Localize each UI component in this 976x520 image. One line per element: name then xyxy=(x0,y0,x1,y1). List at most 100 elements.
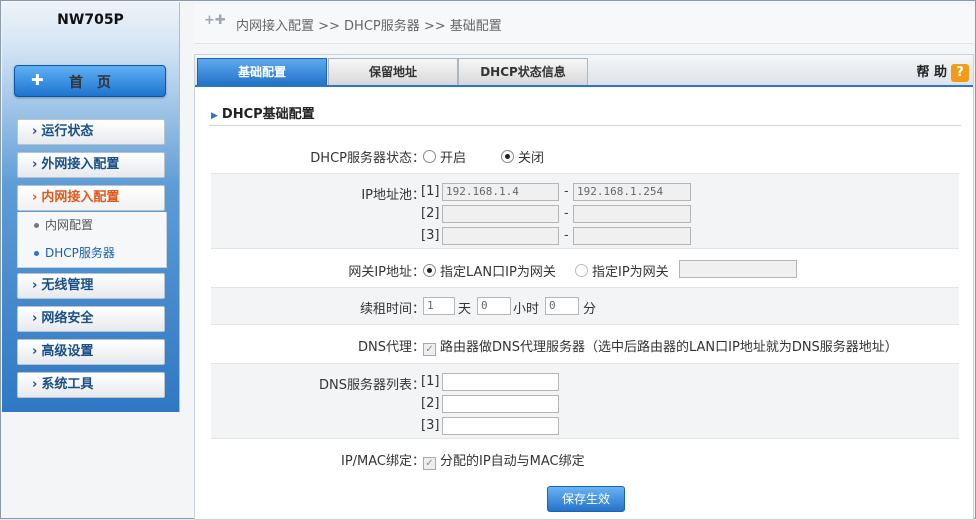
gateway-lan-label: 指定LAN口IP为网关 xyxy=(440,265,556,280)
minutes-unit: 分 xyxy=(583,302,597,317)
lease-minutes-input[interactable]: 0 xyxy=(545,297,579,315)
nav-item-lan[interactable]: › 内网接入配置 xyxy=(17,185,165,211)
pool2-start-input[interactable] xyxy=(442,205,559,223)
range-separator: - xyxy=(564,184,569,199)
nav-item-system-tools[interactable]: › 系统工具 xyxy=(17,372,165,398)
chevron-right-icon: › xyxy=(32,124,38,139)
server-off-label: 关闭 xyxy=(518,151,545,166)
radio-on-icon[interactable] xyxy=(423,264,436,277)
subnav-item-dhcp-server[interactable]: DHCP服务器 xyxy=(34,244,115,261)
nav-item-wireless[interactable]: › 无线管理 xyxy=(17,273,165,299)
subnav-label: 内网配置 xyxy=(45,218,94,232)
checkbox-checked-icon[interactable]: ✓ xyxy=(423,343,436,356)
section-title: ▶ DHCP基础配置 xyxy=(211,103,315,122)
save-button[interactable]: 保存生效 xyxy=(547,486,625,512)
dns2-input[interactable] xyxy=(442,395,559,413)
server-on-label: 开启 xyxy=(440,151,467,166)
subnav-item-lan-config[interactable]: 内网配置 xyxy=(34,216,93,233)
ip-pool-row: IP地址池： [1] 192.168.1.4 - 192.168.1.254 [… xyxy=(211,173,959,249)
section-divider xyxy=(209,125,961,126)
ip-pool-label: IP地址池： xyxy=(361,188,425,203)
radio-on-icon[interactable] xyxy=(501,150,514,163)
gateway-ip-input[interactable] xyxy=(679,260,797,278)
pool3-end-input[interactable] xyxy=(573,227,691,245)
triangle-right-icon: ▶ xyxy=(211,111,218,121)
router-admin-window: NW705P ✚ 首页 › 运行状态 › 外网接入配置 › 内网接入配置 内网配置 D… xyxy=(0,0,976,520)
nav-item-security[interactable]: › 网络安全 xyxy=(17,306,165,332)
pool-index: [3] xyxy=(421,228,440,243)
pool-index: [2] xyxy=(421,206,440,221)
nav-item-status[interactable]: › 运行状态 xyxy=(17,119,165,145)
tab-dhcp-status[interactable]: DHCP状态信息 xyxy=(458,58,588,85)
nav-label: 无线管理 xyxy=(41,278,94,293)
dns-proxy-option[interactable]: ✓ 路由器做DNS代理服务器（选中后路由器的LAN口IP地址就为DNS服务器地址） xyxy=(423,336,898,356)
server-on-option[interactable]: 开启 xyxy=(423,147,466,166)
device-model-logo: NW705P xyxy=(57,12,124,28)
nav-label: 高级设置 xyxy=(41,344,94,359)
pool1-start-input[interactable]: 192.168.1.4 xyxy=(442,183,559,201)
tab-basic-config[interactable]: 基础配置 xyxy=(197,58,327,85)
nav-item-wan[interactable]: › 外网接入配置 xyxy=(17,152,165,178)
pool1-end-input[interactable]: 192.168.1.254 xyxy=(573,183,691,201)
dns-proxy-label: DNS代理： xyxy=(358,340,425,355)
chevron-right-icon: › xyxy=(32,311,38,326)
gateway-custom-option[interactable]: 指定IP为网关 xyxy=(575,261,669,280)
gateway-label: 网关IP地址： xyxy=(348,265,425,280)
bullet-icon xyxy=(34,223,39,228)
ipmac-label: IP/MAC绑定： xyxy=(340,454,425,469)
nav-label: 外网接入配置 xyxy=(41,157,120,172)
gateway-lan-option[interactable]: 指定LAN口IP为网关 xyxy=(423,261,556,280)
breadcrumb: +✚ 内网接入配置 >> DHCP服务器 >> 基础配置 xyxy=(194,5,974,44)
lease-row: 续租时间： 1 天 0 小时 0 分 xyxy=(211,287,959,325)
help-button[interactable]: 帮 助? xyxy=(916,61,969,82)
help-label: 帮 助 xyxy=(916,65,947,80)
question-icon: ? xyxy=(951,64,969,82)
pool-index: [1] xyxy=(421,184,440,199)
gateway-custom-label: 指定IP为网关 xyxy=(592,265,669,280)
dns-index: [1] xyxy=(421,374,440,389)
chevron-right-icon: › xyxy=(32,344,38,359)
pool3-start-input[interactable] xyxy=(442,227,559,245)
lease-hours-input[interactable]: 0 xyxy=(477,297,511,315)
checkbox-checked-icon[interactable]: ✓ xyxy=(423,457,436,470)
tab-bar: 基础配置 保留地址 DHCP状态信息 帮 助? xyxy=(195,55,973,87)
breadcrumb-text: 内网接入配置 >> DHCP服务器 >> 基础配置 xyxy=(236,19,502,34)
home-button[interactable]: ✚ 首页 xyxy=(14,65,166,97)
nav-label: 系统工具 xyxy=(41,377,94,392)
dns-list-label: DNS服务器列表： xyxy=(319,378,425,393)
nav-item-advanced[interactable]: › 高级设置 xyxy=(17,339,165,365)
ipmac-text: 分配的IP自动与MAC绑定 xyxy=(440,454,585,469)
nav-label: 网络安全 xyxy=(41,311,94,326)
nav-label: 内网接入配置 xyxy=(41,190,120,205)
radio-off-icon[interactable] xyxy=(575,264,588,277)
ipmac-option[interactable]: ✓ 分配的IP自动与MAC绑定 xyxy=(423,450,585,470)
dns-proxy-row: DNS代理： ✓ 路由器做DNS代理服务器（选中后路由器的LAN口IP地址就为DN… xyxy=(211,327,959,359)
radio-off-icon[interactable] xyxy=(423,150,436,163)
ipmac-row: IP/MAC绑定： ✓ 分配的IP自动与MAC绑定 xyxy=(211,443,959,475)
server-status-label: DHCP服务器状态： xyxy=(310,151,425,166)
sidebar: NW705P ✚ 首页 › 运行状态 › 外网接入配置 › 内网接入配置 内网配置 D… xyxy=(2,2,180,412)
lan-submenu: 内网配置 DHCP服务器 xyxy=(17,212,167,268)
range-separator: - xyxy=(564,206,569,221)
range-separator: - xyxy=(564,228,569,243)
subnav-label: DHCP服务器 xyxy=(45,246,115,260)
chevron-right-icon: › xyxy=(32,377,38,392)
dns-index: [2] xyxy=(421,396,440,411)
section-title-text: DHCP基础配置 xyxy=(221,107,315,122)
dns1-input[interactable] xyxy=(442,373,559,391)
lease-days-input[interactable]: 1 xyxy=(423,297,455,315)
chevron-right-icon: › xyxy=(32,190,38,205)
server-off-option[interactable]: 关闭 xyxy=(501,147,544,166)
gateway-row: 网关IP地址： 指定LAN口IP为网关 指定IP为网关 xyxy=(211,253,959,283)
bullet-icon xyxy=(34,251,39,256)
dns-proxy-text: 路由器做DNS代理服务器（选中后路由器的LAN口IP地址就为DNS服务器地址） xyxy=(440,340,898,355)
dns3-input[interactable] xyxy=(442,417,559,435)
pool2-end-input[interactable] xyxy=(573,205,691,223)
nav-label: 运行状态 xyxy=(41,124,94,139)
dns-index: [3] xyxy=(421,418,440,433)
days-unit: 天 xyxy=(458,302,472,317)
server-status-row: DHCP服务器状态： 开启 关闭 xyxy=(211,141,959,169)
chevron-right-icon: › xyxy=(32,278,38,293)
lease-label: 续租时间： xyxy=(359,302,425,317)
tab-reserved-address[interactable]: 保留地址 xyxy=(328,58,458,85)
